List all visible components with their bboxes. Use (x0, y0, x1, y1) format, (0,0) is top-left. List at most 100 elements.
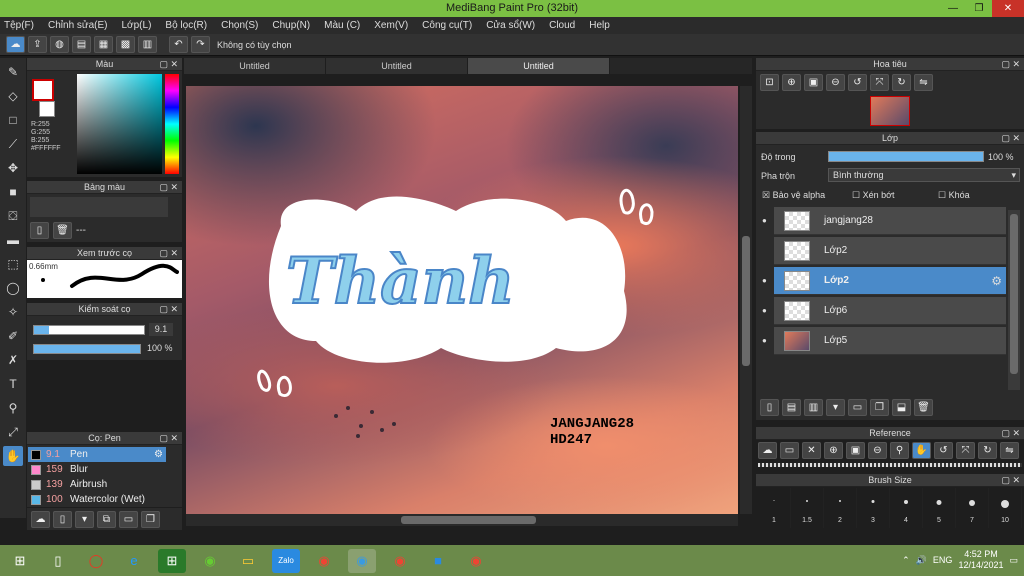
gear-icon[interactable]: ⚙ (154, 449, 163, 460)
volume-icon[interactable]: 🔊 (916, 555, 927, 566)
panel-controls-icon[interactable]: ▢ ✕ (1001, 132, 1020, 145)
new-brush-icon[interactable]: ▯ (53, 510, 72, 528)
background-color[interactable] (39, 101, 55, 117)
zoom-app-icon[interactable]: ■ (424, 549, 452, 573)
file-icon[interactable]: ▯ (44, 549, 72, 573)
navigator-thumbnail[interactable] (870, 96, 910, 126)
rotate-left-icon[interactable]: ↺ (934, 442, 953, 459)
close-button[interactable]: ✕ (992, 0, 1024, 17)
palette-swatches[interactable] (30, 197, 168, 217)
eye-icon[interactable]: ● (762, 216, 767, 225)
zoom-actual-icon[interactable]: ▣ (846, 442, 865, 459)
tab-untitled-3[interactable]: Untitled (468, 58, 610, 74)
menu-file[interactable]: Tệp(F) (4, 20, 34, 31)
brush-menu-icon[interactable]: ▾ (75, 510, 94, 528)
pen-tool-icon[interactable]: ⟋ (3, 134, 23, 154)
delete-layer-icon[interactable]: 🗑 (914, 399, 933, 416)
duplicate-layer-icon[interactable]: ❐ (870, 399, 889, 416)
panel-controls-icon[interactable]: ▢ ✕ (159, 303, 178, 316)
windows-start-icon[interactable]: ⊞ (6, 549, 34, 573)
canvas-horizontal-scrollbar[interactable] (186, 514, 738, 526)
size-preset[interactable]: 2 (824, 488, 857, 528)
share-icon[interactable]: ⇪ (28, 36, 47, 53)
panel-controls-icon[interactable]: ▢ ✕ (159, 247, 178, 260)
zoom-fit-icon[interactable]: ⊡ (760, 74, 779, 91)
document-icon[interactable]: ▦ (94, 36, 113, 53)
rotate-reset-icon[interactable]: ⤧ (956, 442, 975, 459)
tray-chevron-icon[interactable]: ⌃ (902, 555, 910, 566)
folder-icon[interactable]: ▭ (119, 510, 138, 528)
gradient-tool-icon[interactable]: ▬ (3, 230, 23, 250)
edge-icon[interactable]: e (120, 549, 148, 573)
tab-untitled-2[interactable]: Untitled (326, 58, 468, 74)
brush-item-blur[interactable]: 159 Blur (28, 462, 166, 477)
minimize-button[interactable]: — (940, 0, 966, 17)
eyedropper-icon[interactable]: ⚲ (890, 442, 909, 459)
maximize-button[interactable]: ❐ (966, 0, 992, 17)
menu-edit[interactable]: Chỉnh sửa(E) (48, 20, 108, 31)
rotate-reset-icon[interactable]: ⤧ (870, 74, 889, 91)
layout-icon[interactable]: ▥ (138, 36, 157, 53)
chrome-alt-icon[interactable]: ◉ (462, 549, 490, 573)
explorer-icon[interactable]: ▭ (234, 549, 262, 573)
rotate-right-icon[interactable]: ↻ (978, 442, 997, 459)
select-rect-icon[interactable]: ⬚ (3, 254, 23, 274)
brush-tool-icon[interactable]: ✎ (3, 62, 23, 82)
layer-menu-icon[interactable]: ▾ (826, 399, 845, 416)
foreground-color[interactable] (32, 79, 54, 101)
eye-icon[interactable]: ● (762, 276, 767, 285)
saturation-value-picker[interactable] (77, 74, 162, 174)
eye-icon[interactable]: ● (762, 306, 767, 315)
eye-icon[interactable]: ● (762, 336, 767, 345)
zoom-actual-icon[interactable]: ▣ (804, 74, 823, 91)
menu-view[interactable]: Xem(V) (374, 20, 408, 31)
protect-alpha-checkbox[interactable]: ☒ Bảo vệ alpha (762, 190, 825, 201)
page-icon[interactable]: ▤ (72, 36, 91, 53)
hue-slider[interactable] (165, 74, 179, 174)
notification-icon[interactable]: ▭ (1009, 555, 1018, 566)
panel-controls-icon[interactable]: ▢ ✕ (1001, 474, 1020, 487)
menu-layer[interactable]: Lớp(L) (122, 20, 152, 31)
medibang-icon[interactable]: ◉ (348, 548, 376, 573)
undo-icon[interactable]: ↶ (169, 36, 188, 53)
layer-row-selected[interactable]: Lớp2 ⚙ (774, 267, 1006, 295)
size-preset[interactable]: 10 (989, 488, 1022, 528)
menu-filter[interactable]: Bộ lọc(R) (165, 20, 207, 31)
rotate-right-icon[interactable]: ↻ (892, 74, 911, 91)
copy-brush-icon[interactable]: ⧉ (97, 510, 116, 528)
lock-checkbox[interactable]: ☐ Khóa (938, 190, 970, 201)
clipping-checkbox[interactable]: ☐ Xén bớt (852, 190, 895, 201)
grid-icon[interactable]: ▩ (116, 36, 135, 53)
app-icon[interactable]: ◉ (196, 549, 224, 573)
size-preset[interactable]: 7 (956, 488, 989, 528)
cloud-icon[interactable]: ☁ (6, 36, 25, 53)
lang-indicator[interactable]: ENG (933, 555, 953, 565)
bucket-tool-icon[interactable]: ⛋ (3, 206, 23, 226)
cloud-brush-icon[interactable]: ☁ (31, 510, 50, 528)
duplicate-icon[interactable]: ❐ (141, 510, 160, 528)
layer-row[interactable]: Lớp5 (774, 327, 1006, 355)
lasso-tool-icon[interactable]: ◯ (3, 278, 23, 298)
panel-controls-icon[interactable]: ▢ ✕ (159, 181, 178, 194)
menu-help[interactable]: Help (589, 20, 610, 31)
panel-controls-icon[interactable]: ▢ ✕ (159, 432, 178, 445)
brush-item-pen[interactable]: 9.1 Pen ⚙ (28, 447, 166, 462)
rotate-left-icon[interactable]: ↺ (848, 74, 867, 91)
flip-icon[interactable]: ⇋ (1000, 442, 1019, 459)
menu-window[interactable]: Cửa sổ(W) (486, 20, 535, 31)
delete-palette-icon[interactable]: 🗑 (53, 222, 72, 239)
brush-size-slider[interactable] (33, 325, 145, 335)
menu-cloud[interactable]: Cloud (549, 20, 575, 31)
menu-tools[interactable]: Công cụ(T) (422, 20, 472, 31)
redo-icon[interactable]: ↷ (191, 36, 210, 53)
magic-wand-icon[interactable]: ✧ (3, 302, 23, 322)
size-preset[interactable]: 4 (890, 488, 923, 528)
brush-item-airbrush[interactable]: 139 Airbrush (28, 477, 166, 492)
panel-controls-icon[interactable]: ▢ ✕ (1001, 427, 1020, 440)
new-8bit-layer-icon[interactable]: ▥ (804, 399, 823, 416)
canvas-vertical-scrollbar[interactable] (740, 86, 752, 514)
chrome-icon[interactable]: ◉ (310, 549, 338, 573)
zoom-in-icon[interactable]: ⊕ (824, 442, 843, 459)
dropper-icon[interactable]: ⤢ (3, 422, 23, 442)
select-pen-icon[interactable]: ✐ (3, 326, 23, 346)
